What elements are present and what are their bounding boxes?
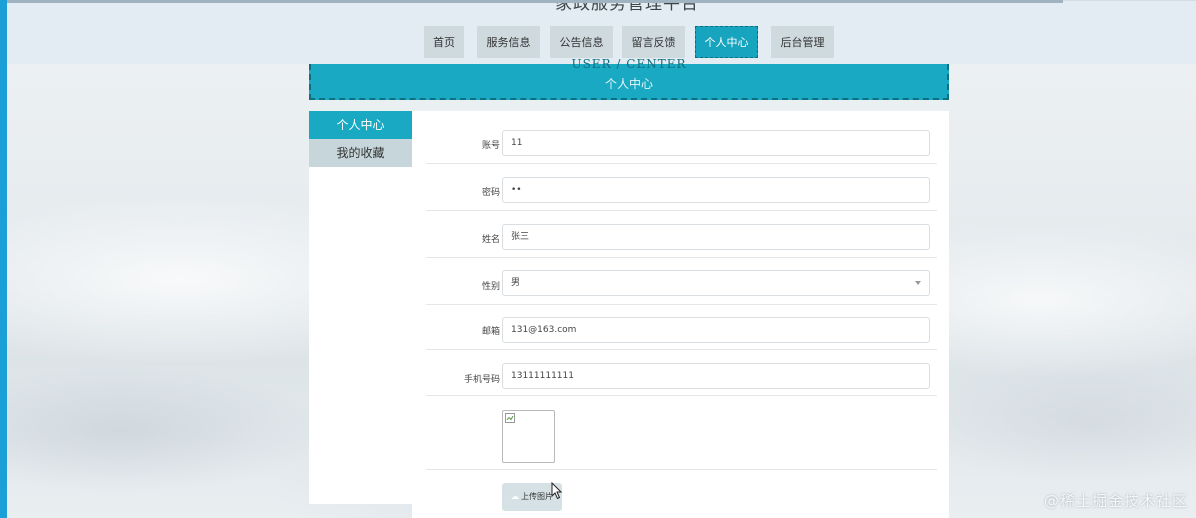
section-banner: USER / CENTER 个人中心 — [309, 57, 949, 100]
left-accent-strip — [0, 0, 7, 518]
password-label: 密码 — [481, 188, 500, 198]
phone-field[interactable]: 13111111111 — [502, 363, 930, 389]
sidebar: 个人中心 我的收藏 — [309, 111, 412, 504]
sidebar-item-favorites[interactable]: 我的收藏 — [309, 139, 412, 167]
gender-select[interactable]: 男 — [502, 270, 930, 296]
account-field[interactable]: 11 — [502, 130, 930, 156]
top-divider — [7, 0, 1063, 3]
nav-item-feedback[interactable]: 留言反馈 — [622, 26, 685, 58]
name-field[interactable]: 张三 — [502, 224, 930, 250]
name-label: 姓名 — [481, 235, 500, 245]
form-row-password: 密码 •• — [426, 177, 937, 211]
nav-item-personal-center[interactable]: 个人中心 — [695, 26, 758, 58]
broken-image-icon — [505, 413, 515, 423]
phone-label: 手机号码 — [463, 375, 500, 385]
form-row-name: 姓名 张三 — [426, 223, 937, 258]
sidebar-item-personal-center[interactable]: 个人中心 — [309, 111, 412, 139]
account-label: 账号 — [481, 141, 500, 151]
email-label: 邮箱 — [481, 327, 500, 337]
form-row-gender: 性别 男 — [426, 270, 937, 305]
form-row-phone: 手机号码 13111111111 — [426, 363, 937, 396]
mouse-cursor-icon — [551, 482, 563, 500]
banner-title-cn: 个人中心 — [604, 77, 653, 91]
watermark: @稀土掘金技术社区 — [1043, 492, 1188, 510]
upload-label: 上传图片 — [521, 492, 553, 501]
chevron-down-icon — [915, 281, 921, 285]
upload-icon: ☁ — [511, 492, 519, 501]
nav-item-home[interactable]: 首页 — [424, 26, 464, 58]
nav-item-announcements[interactable]: 公告信息 — [550, 26, 613, 58]
avatar-image — [502, 410, 555, 463]
nav-item-admin[interactable]: 后台管理 — [771, 26, 834, 58]
form-row-email: 邮箱 131@163.com — [426, 317, 937, 350]
password-field[interactable]: •• — [502, 177, 930, 203]
profile-form: 账号 11 密码 •• 姓名 张三 性别 男 邮箱 131@163.com 手机… — [412, 111, 949, 518]
email-field[interactable]: 131@163.com — [502, 317, 930, 343]
top-header: 家政服务管理平台 首页 服务信息 公告信息 留言反馈 个人中心 后台管理 — [7, 0, 1196, 64]
banner-title-en: USER / CENTER — [571, 57, 687, 71]
form-row-account: 账号 11 — [426, 130, 937, 164]
nav-item-service-info[interactable]: 服务信息 — [477, 26, 540, 58]
gender-select-value: 男 — [511, 278, 521, 288]
gender-label: 性别 — [481, 282, 500, 292]
